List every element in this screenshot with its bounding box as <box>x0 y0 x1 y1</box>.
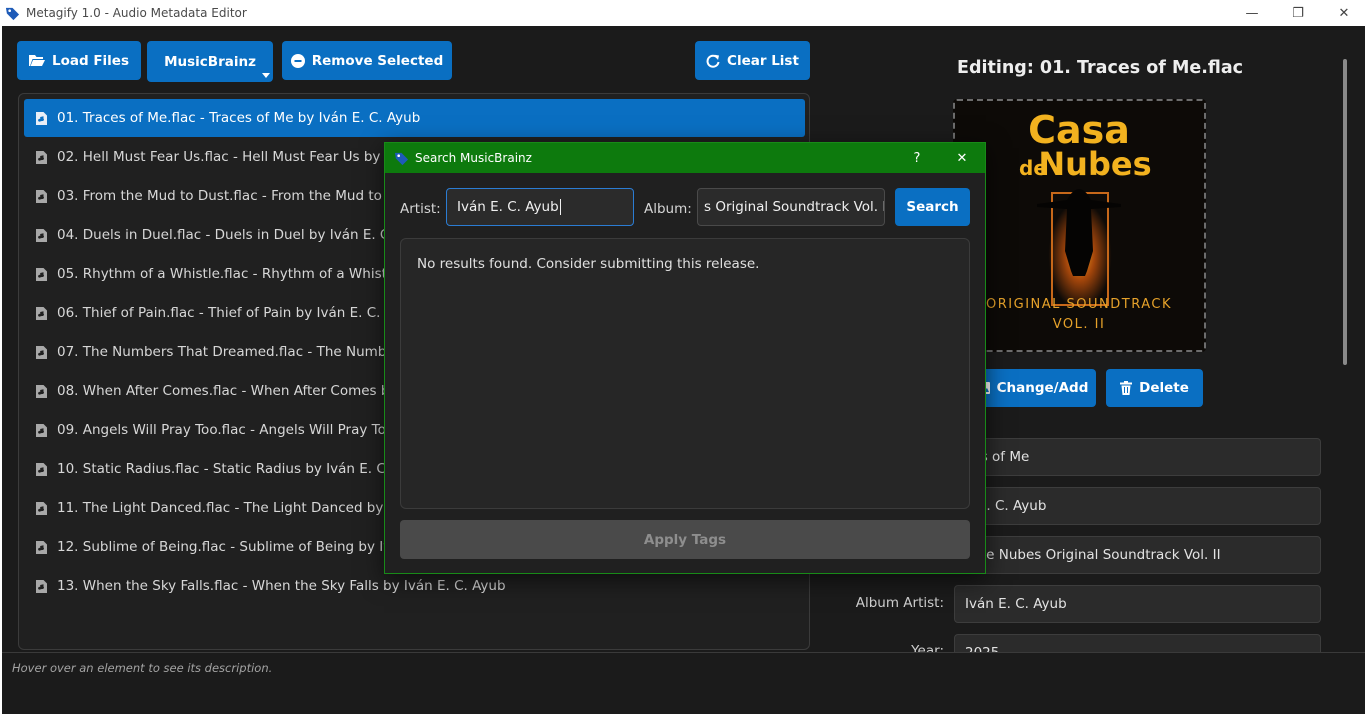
status-text: Hover over an element to see its descrip… <box>12 661 273 675</box>
load-files-button[interactable]: Load Files <box>17 41 141 80</box>
change-add-cover-button[interactable]: Change/Add <box>968 369 1096 407</box>
audio-file-icon <box>36 345 47 359</box>
trash-icon <box>1120 381 1133 395</box>
search-label: Search <box>906 199 959 215</box>
change-add-label: Change/Add <box>996 380 1089 396</box>
audio-file-icon <box>36 423 47 437</box>
audio-file-icon <box>36 462 47 476</box>
delete-label: Delete <box>1139 380 1189 396</box>
no-results-message: No results found. Consider submitting th… <box>417 256 760 272</box>
audio-file-icon <box>36 189 47 203</box>
audio-file-icon <box>36 111 47 125</box>
file-list-item-label: 10. Static Radius.flac - Static Radius b… <box>57 461 428 477</box>
tag-icon <box>5 7 20 20</box>
file-list-item-label: 01. Traces of Me.flac - Traces of Me by … <box>57 110 421 126</box>
dialog-titlebar: Search MusicBrainz <box>385 143 985 173</box>
cover-volume: VOL. II <box>1053 317 1106 332</box>
file-list-item-label: 11. The Light Danced.flac - The Light Da… <box>57 500 417 516</box>
window-titlebar: Metagify 1.0 - Audio Metadata Editor <box>0 0 1367 26</box>
window-title: Metagify 1.0 - Audio Metadata Editor <box>26 6 247 20</box>
artist-label: Artist: <box>400 201 441 217</box>
artist-search-input[interactable]: Iván E. C. Ayub <box>446 188 634 226</box>
folder-open-icon <box>28 55 45 66</box>
audio-file-icon <box>36 579 47 593</box>
status-bar: Hover over an element to see its descrip… <box>2 652 1365 683</box>
file-list-item-label: 04. Duels in Duel.flac - Duels in Duel b… <box>57 227 423 243</box>
album-cover-art: Casa de Nubes ORIGINAL SOUNDTRACK VOL. I… <box>955 101 1204 350</box>
remove-selected-button[interactable]: Remove Selected <box>282 41 452 80</box>
load-files-label: Load Files <box>51 52 130 69</box>
file-list-item-label: 07. The Numbers That Dreamed.flac - The … <box>57 344 429 360</box>
clear-list-button[interactable]: Clear List <box>695 41 810 80</box>
dialog-title: Search MusicBrainz <box>415 151 532 165</box>
editing-heading: Editing: 01. Traces of Me.flac <box>957 58 1244 78</box>
title-field[interactable]: ces of Me <box>954 438 1321 476</box>
delete-cover-button[interactable]: Delete <box>1106 369 1203 407</box>
apply-tags-button[interactable]: Apply Tags <box>400 520 970 559</box>
audio-file-icon <box>36 501 47 515</box>
file-list-item-label: 02. Hell Must Fear Us.flac - Hell Must F… <box>57 149 414 165</box>
audio-file-icon <box>36 306 47 320</box>
search-results-list[interactable]: No results found. Consider submitting th… <box>400 238 970 509</box>
album-cover[interactable]: Casa de Nubes ORIGINAL SOUNDTRACK VOL. I… <box>953 99 1206 352</box>
album-artist-label: Album Artist: <box>855 595 944 611</box>
close-window-button[interactable]: ✕ <box>1321 0 1367 26</box>
dropdown-arrow-icon <box>262 73 270 78</box>
dialog-close-button[interactable]: ✕ <box>947 143 977 173</box>
audio-file-icon <box>36 228 47 242</box>
audio-file-icon <box>36 384 47 398</box>
text-cursor <box>559 199 561 215</box>
artist-search-value: Iván E. C. Ayub <box>457 199 559 215</box>
musicbrainz-button[interactable]: MusicBrainz <box>147 41 273 82</box>
file-list-item-label: 09. Angels Will Pray Too.flac - Angels W… <box>57 422 415 438</box>
musicbrainz-label: MusicBrainz <box>164 53 256 70</box>
dialog-help-button[interactable]: ? <box>902 143 932 173</box>
album-artist-field[interactable]: Iván E. C. Ayub <box>954 585 1321 623</box>
maximize-button[interactable]: ❐ <box>1275 0 1321 26</box>
clear-list-label: Clear List <box>727 52 799 69</box>
search-musicbrainz-dialog: Search MusicBrainz ? ✕ Artist: Iván E. C… <box>384 142 986 574</box>
refresh-icon <box>706 54 720 68</box>
album-search-input[interactable]: s Original Soundtrack Vol. II <box>697 188 885 226</box>
minimize-button[interactable]: — <box>1229 0 1275 26</box>
file-list-item-label: 03. From the Mud to Dust.flac - From the… <box>57 188 406 204</box>
album-label: Album: <box>644 201 692 217</box>
file-list-item-label: 12. Sublime of Being.flac - Sublime of B… <box>57 539 426 555</box>
tag-icon <box>394 152 409 165</box>
cover-title-nubes: Nubes <box>1038 145 1151 183</box>
file-list-item-label: 13. When the Sky Falls.flac - When the S… <box>57 578 506 594</box>
file-list-item-label: 08. When After Comes.flac - When After C… <box>57 383 422 399</box>
audio-file-icon <box>36 267 47 281</box>
album-field[interactable]: a de Nubes Original Soundtrack Vol. II <box>954 536 1321 574</box>
file-list-item-label: 05. Rhythm of a Whistle.flac - Rhythm of… <box>57 266 420 282</box>
cover-subtitle: ORIGINAL SOUNDTRACK <box>986 297 1172 312</box>
remove-selected-label: Remove Selected <box>311 52 444 69</box>
audio-file-icon <box>36 150 47 164</box>
search-button[interactable]: Search <box>895 188 970 226</box>
audio-file-icon <box>36 540 47 554</box>
minus-circle-icon <box>290 53 305 68</box>
file-list-item-label: 06. Thief of Pain.flac - Thief of Pain b… <box>57 305 419 321</box>
editor-scrollbar[interactable] <box>1343 59 1347 365</box>
file-list-item[interactable]: 01. Traces of Me.flac - Traces of Me by … <box>24 99 805 137</box>
artist-field[interactable]: n E. C. Ayub <box>954 487 1321 525</box>
